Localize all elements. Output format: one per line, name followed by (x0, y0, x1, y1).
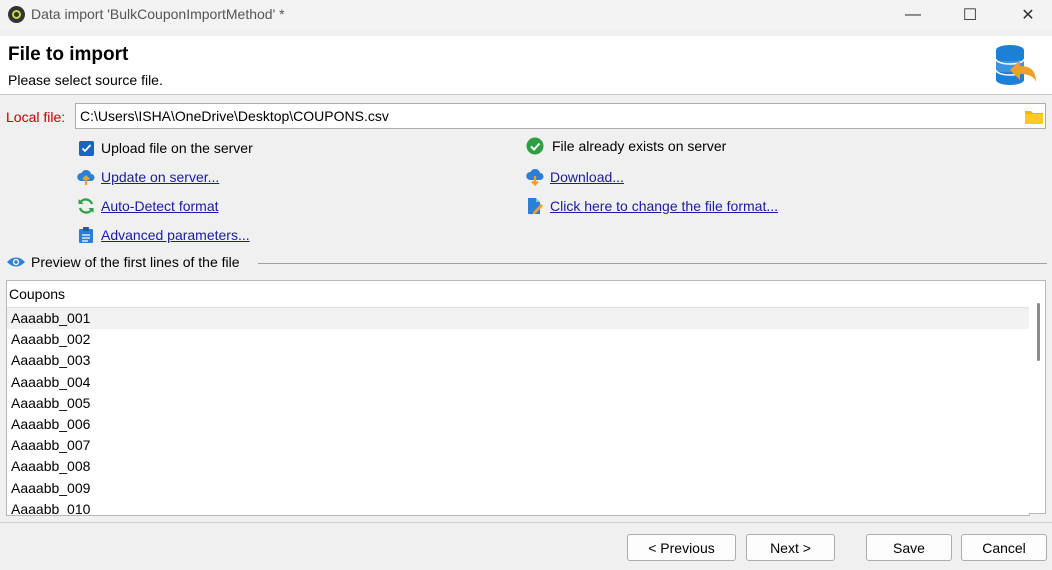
window-title: Data import 'BulkCouponImportMethod' * (31, 6, 285, 22)
column-header[interactable]: Coupons (7, 281, 1029, 308)
table-row[interactable]: Aaaabb_002 (7, 329, 1029, 350)
table-row[interactable]: Aaaabb_008 (7, 456, 1029, 477)
edit-file-icon (528, 198, 543, 214)
table-row[interactable]: Aaaabb_001 (7, 308, 1029, 330)
previous-button[interactable]: < Previous (627, 534, 736, 561)
success-check-icon (526, 137, 544, 155)
local-file-label: Local file: (6, 109, 66, 125)
preview-legend: Preview of the first lines of the file (6, 254, 240, 270)
table-row[interactable]: Aaaabb_007 (7, 435, 1029, 456)
clipboard-icon (79, 227, 93, 243)
page-title: File to import (8, 44, 129, 65)
scrollbar-thumb[interactable] (1037, 303, 1040, 361)
update-on-server-link[interactable]: Update on server... (101, 169, 219, 185)
cloud-upload-icon (77, 169, 95, 185)
upload-checkbox-label: Upload file on the server (101, 140, 253, 156)
maximize-button[interactable]: ☐ (947, 0, 993, 30)
table-row[interactable]: Aaaabb_003 (7, 350, 1029, 371)
preview-legend-text: Preview of the first lines of the file (31, 254, 240, 270)
page-subtitle: Please select source file. (8, 72, 163, 88)
auto-detect-format-link[interactable]: Auto-Detect format (101, 198, 219, 214)
upload-checkbox[interactable] (78, 140, 94, 156)
table-rows: Aaaabb_001 Aaaabb_002 Aaaabb_003 Aaaabb_004… (7, 308, 1029, 515)
save-button[interactable]: Save (866, 534, 952, 561)
local-file-input[interactable] (75, 103, 1046, 129)
vertical-scrollbar[interactable] (1029, 280, 1046, 514)
file-exists-status: File already exists on server (526, 137, 726, 155)
app-icon (8, 6, 25, 23)
next-button[interactable]: Next > (746, 534, 835, 561)
preview-table[interactable]: Coupons Aaaabb_001 Aaaabb_002 Aaaabb_003 Aa… (6, 280, 1030, 516)
table-row[interactable]: Aaaabb_006 (7, 414, 1029, 435)
cloud-download-icon (526, 168, 544, 186)
refresh-icon (78, 198, 94, 214)
close-button[interactable]: ✕ (1005, 0, 1051, 30)
folder-icon[interactable] (1025, 110, 1043, 124)
eye-icon (7, 257, 25, 267)
change-file-format-link[interactable]: Click here to change the file format... (550, 198, 778, 214)
table-row[interactable]: Aaaabb_009 (7, 478, 1029, 499)
download-link[interactable]: Download... (550, 169, 624, 185)
file-exists-text: File already exists on server (552, 138, 727, 154)
table-row[interactable]: Aaaabb_004 (7, 372, 1029, 393)
table-row[interactable]: Aaaabb_010 (7, 499, 1029, 515)
footer-divider (0, 522, 1052, 523)
legend-divider (258, 263, 1047, 264)
cancel-button[interactable]: Cancel (961, 534, 1047, 561)
minimize-button[interactable]: — (890, 0, 936, 30)
check-icon (81, 143, 91, 152)
upload-option[interactable]: Upload file on the server (77, 139, 253, 157)
title-bar: Data import 'BulkCouponImportMethod' * —… (0, 0, 1052, 30)
wizard-header: File to import Please select source file… (0, 36, 1052, 95)
database-import-icon (995, 45, 1036, 85)
table-row[interactable]: Aaaabb_005 (7, 393, 1029, 414)
advanced-parameters-link[interactable]: Advanced parameters... (101, 227, 250, 243)
